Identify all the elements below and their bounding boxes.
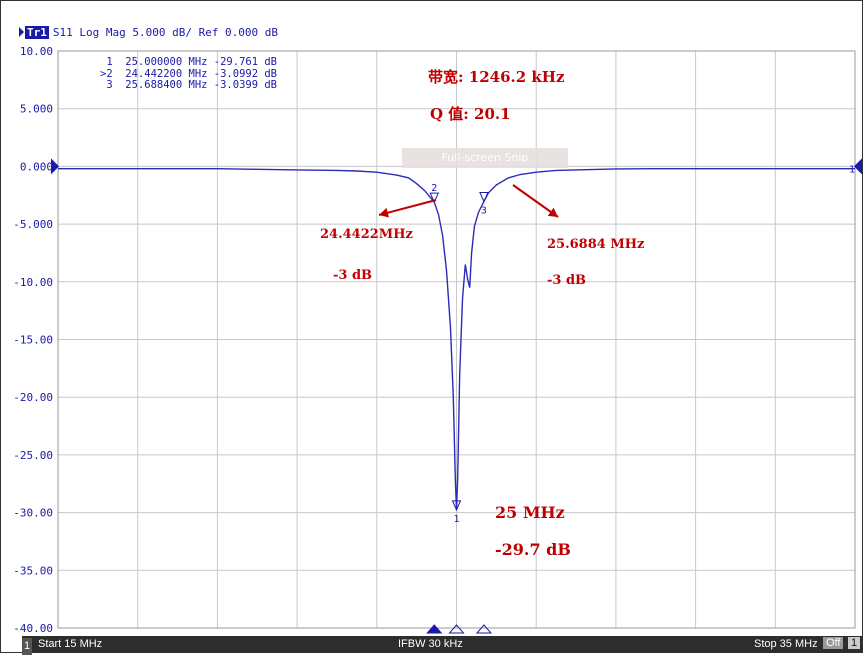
marker-readout-row: 3 25.688400 MHz -3.0399 dB bbox=[100, 79, 278, 91]
y-tick-label: -10.00 bbox=[13, 276, 53, 289]
marker-1-label: 1 bbox=[453, 514, 459, 525]
full-screen-snip-overlay[interactable]: Full-screen Snip bbox=[402, 148, 568, 168]
y-tick-label: -40.00 bbox=[13, 622, 53, 635]
y-tick-label: 10.00 bbox=[20, 45, 53, 58]
right-arrow-icon-head-icon bbox=[547, 207, 558, 217]
plot-grid bbox=[57, 50, 856, 629]
left-freq-annotation: 24.4422MHz bbox=[320, 227, 413, 242]
y-tick-label: -5.000 bbox=[13, 218, 53, 231]
channel-number[interactable]: 1 bbox=[22, 638, 32, 655]
center-freq-annotation: 25 MHz bbox=[495, 503, 565, 522]
marker-3-axis-triangle-icon bbox=[475, 624, 493, 634]
left-db-annotation: -3 dB bbox=[333, 268, 373, 283]
right-db-annotation: -3 dB bbox=[547, 273, 587, 288]
y-tick-label: -20.00 bbox=[13, 391, 53, 404]
start-frequency[interactable]: Start 15 MHz bbox=[38, 638, 102, 650]
marker-2-label: 2 bbox=[431, 183, 437, 194]
y-tick-label: -25.00 bbox=[13, 449, 53, 462]
y-tick-label: 0.000 bbox=[20, 160, 53, 173]
annotation-arrows bbox=[378, 184, 559, 218]
marker-3-label: 3 bbox=[481, 205, 487, 216]
center-db-annotation: -29.7 dB bbox=[495, 540, 571, 559]
end-indicator: 1 bbox=[848, 637, 861, 649]
stop-frequency[interactable]: Stop 35 MHz bbox=[754, 638, 818, 650]
left-arrow-icon-head-icon bbox=[379, 207, 389, 218]
y-tick-label: -15.00 bbox=[13, 334, 53, 347]
right-freq-annotation: 25.6884 MHz bbox=[547, 237, 645, 252]
ref-level-trace-label: 1 bbox=[849, 164, 855, 175]
marker-readout-table: 1 25.000000 MHz -29.761 dB >2 24.442200 M… bbox=[100, 56, 278, 92]
off-button[interactable]: Off bbox=[823, 637, 844, 649]
marker-2-axis-triangle-icon bbox=[426, 624, 443, 634]
status-footer: 1 Start 15 MHz IFBW 30 kHz Stop 35 MHz O… bbox=[22, 636, 862, 655]
y-tick-label: 5.000 bbox=[20, 103, 53, 116]
bandwidth-annotation: 带宽: 1246.2 kHz bbox=[428, 68, 565, 86]
marker-readout-row: 1 25.000000 MHz -29.761 dB bbox=[100, 56, 278, 68]
sparameter-plot: 10.00 5.000 0.000 -5.000 -10.00 -15.00 -20.00 -… bbox=[13, 45, 862, 635]
y-tick-label: -30.00 bbox=[13, 507, 53, 520]
ifbw-setting[interactable]: IFBW 30 kHz bbox=[398, 638, 463, 650]
q-value-annotation: Q 值: 20.1 bbox=[430, 105, 511, 123]
y-tick-label: -35.00 bbox=[13, 564, 53, 577]
